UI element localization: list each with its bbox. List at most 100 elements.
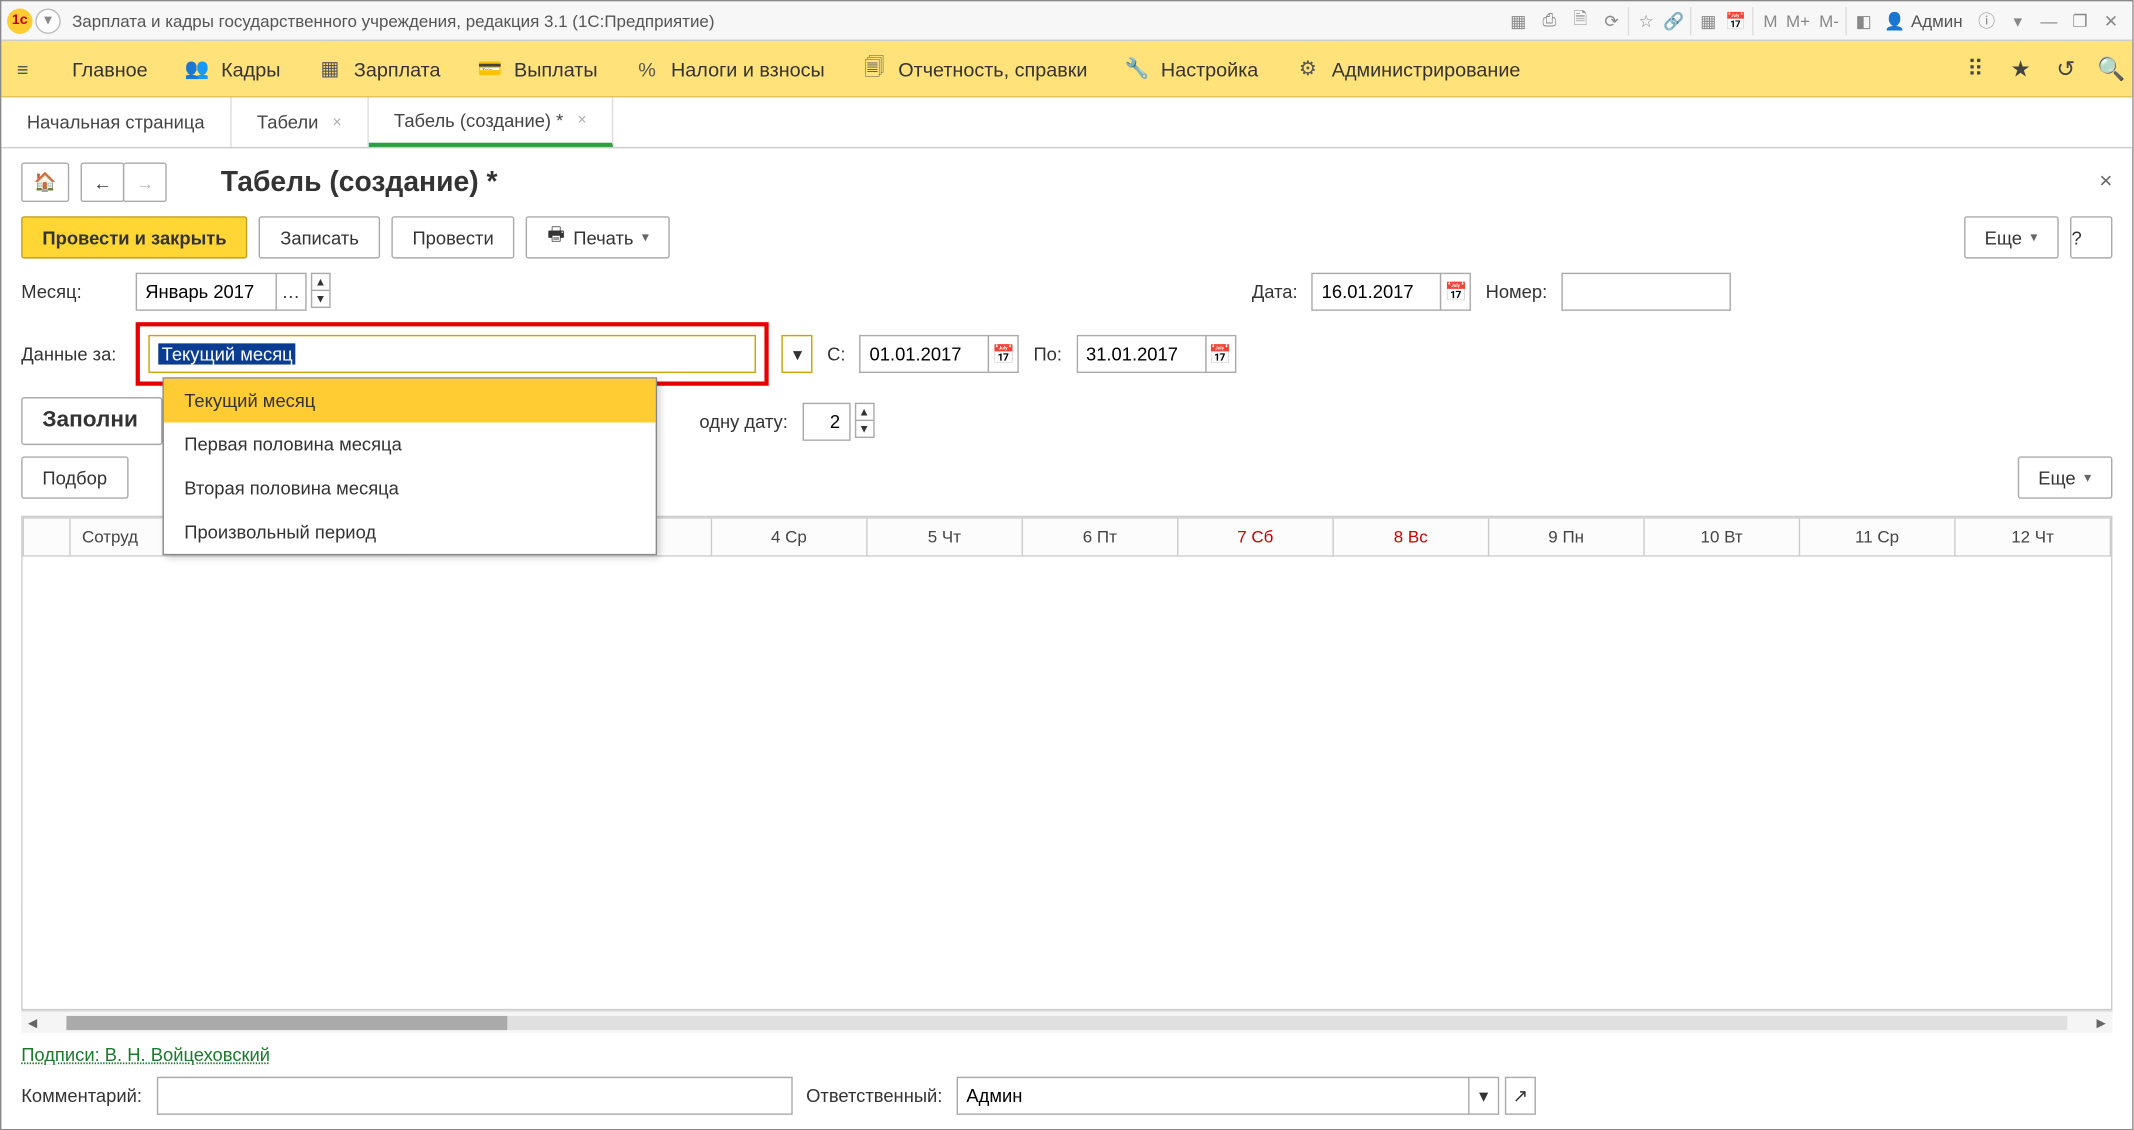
col-day: 9 Пн xyxy=(1488,518,1643,556)
nav-zarplata[interactable]: ▦Зарплата xyxy=(317,56,440,81)
data-for-dropdown-button[interactable]: ▾ xyxy=(782,335,813,373)
fill-button[interactable]: Заполни xyxy=(21,397,162,445)
chevron-down-icon: ▾ xyxy=(2030,230,2037,246)
to-input[interactable] xyxy=(1076,335,1206,373)
timesheet-grid[interactable]: Сотруд Вс2 Пн3 Вт4 Ср5 Чт6 Пт7 Сб8 Вс9 П… xyxy=(21,516,2112,1011)
table-more-button[interactable]: Еще▾ xyxy=(2017,456,2112,498)
nav-main[interactable]: Главное xyxy=(72,57,148,80)
write-button[interactable]: Записать xyxy=(259,216,380,258)
date-label: Дата: xyxy=(1252,281,1298,302)
responsible-label: Ответственный: xyxy=(806,1085,942,1106)
chevron-down-icon: ▾ xyxy=(642,230,649,246)
number-label: Номер: xyxy=(1486,281,1548,302)
tb-dropdown-icon[interactable]: ▾ xyxy=(2004,6,2032,34)
percent-icon: % xyxy=(634,56,659,81)
main-nav: ≡ Главное 👥Кадры ▦Зарплата 💳Выплаты %Нал… xyxy=(1,41,2132,98)
nav-kadry[interactable]: 👥Кадры xyxy=(184,56,280,81)
scroll-right-icon[interactable]: ▸ xyxy=(2090,1011,2113,1034)
month-input[interactable] xyxy=(135,273,276,311)
close-page-icon[interactable]: × xyxy=(2099,170,2112,195)
more-button[interactable]: Еще▾ xyxy=(1963,216,2058,258)
month-select-button[interactable]: … xyxy=(275,273,306,311)
tb-link-icon[interactable]: 🔗 xyxy=(1660,6,1688,34)
signatures-link[interactable]: Подписи: В. Н. Войцеховский xyxy=(21,1044,270,1065)
post-button[interactable]: Провести xyxy=(391,216,515,258)
tb-calendar-icon[interactable]: 📅 xyxy=(1722,6,1750,34)
tb-info-icon[interactable]: ⓘ xyxy=(1973,6,2001,34)
tab-tabeli[interactable]: Табели× xyxy=(231,97,368,146)
nav-otchet[interactable]: 🗐Отчетность, справки xyxy=(862,56,1088,81)
tab-bar: Начальная страница Табели× Табель (созда… xyxy=(1,97,2132,148)
one-date-down-button[interactable]: ▼ xyxy=(854,419,874,437)
dd-item-custom[interactable]: Произвольный период xyxy=(164,510,656,554)
tb-restore-icon[interactable]: ❐ xyxy=(2066,6,2094,34)
grid-h-scrollbar[interactable]: ◂ ▸ xyxy=(21,1010,2112,1033)
scroll-left-icon[interactable]: ◂ xyxy=(21,1011,44,1034)
home-button[interactable]: 🏠 xyxy=(21,162,69,202)
user-icon: 👤 xyxy=(1884,11,1905,31)
dd-item-second-half[interactable]: Вторая половина месяца xyxy=(164,466,656,510)
col-day: 4 Ср xyxy=(711,518,866,556)
responsible-open-button[interactable]: ↗ xyxy=(1505,1077,1536,1115)
tb-grid-icon[interactable]: ▦ xyxy=(1691,6,1719,34)
forward-button[interactable]: → xyxy=(123,162,167,202)
from-label: С: xyxy=(827,343,845,364)
tab-start-page[interactable]: Начальная страница xyxy=(1,97,231,146)
window-title: Зарплата и кадры государственного учрежд… xyxy=(72,11,714,31)
one-date-up-button[interactable]: ▲ xyxy=(854,402,874,420)
to-picker-button[interactable]: 📅 xyxy=(1205,335,1236,373)
tb-minimize-icon[interactable]: — xyxy=(2035,6,2063,34)
apps-icon[interactable]: ⠿ xyxy=(1963,56,1988,81)
tb-print-icon[interactable]: ⎙ xyxy=(1535,6,1563,34)
nav-admin[interactable]: ⚙Администрирование xyxy=(1295,56,1520,81)
nav-vyplaty[interactable]: 💳Выплаты xyxy=(477,56,597,81)
month-down-button[interactable]: ▼ xyxy=(311,290,331,308)
data-for-dropdown: Текущий месяц Первая половина месяца Вто… xyxy=(163,377,658,555)
responsible-input[interactable] xyxy=(957,1077,1470,1115)
user-name: Админ xyxy=(1911,11,1963,31)
date-input[interactable] xyxy=(1312,273,1442,311)
tb-star-icon[interactable]: ☆ xyxy=(1628,6,1656,34)
pick-button[interactable]: Подбор xyxy=(21,456,128,498)
search-icon[interactable]: 🔍 xyxy=(2098,56,2123,81)
printer-icon: 🖶 xyxy=(547,222,564,253)
from-picker-button[interactable]: 📅 xyxy=(988,335,1019,373)
tb-refresh-icon[interactable]: ⟳ xyxy=(1597,6,1625,34)
data-for-combo[interactable]: Текущий месяц xyxy=(149,335,757,373)
content-area: 🏠 ← → Табель (создание) * × Провести и з… xyxy=(1,148,2132,1129)
post-close-button[interactable]: Провести и закрыть xyxy=(21,216,248,258)
date-picker-button[interactable]: 📅 xyxy=(1440,273,1471,311)
tb-panels-icon[interactable]: ◧ xyxy=(1846,6,1874,34)
number-input[interactable] xyxy=(1561,273,1731,311)
history-icon[interactable]: ↺ xyxy=(2053,56,2078,81)
dd-item-first-half[interactable]: Первая половина месяца xyxy=(164,422,656,466)
help-button[interactable]: ? xyxy=(2070,216,2112,258)
star-icon[interactable]: ★ xyxy=(2008,56,2033,81)
tb-close-icon[interactable]: ✕ xyxy=(2097,6,2125,34)
tb-mminus-icon[interactable]: M- xyxy=(1815,6,1843,34)
back-button[interactable]: ← xyxy=(81,162,125,202)
tb-user[interactable]: 👤 Админ xyxy=(1876,11,1971,31)
page-title: Табель (создание) * xyxy=(221,166,498,198)
close-icon[interactable]: × xyxy=(577,112,586,129)
tb-mplus-icon[interactable]: M+ xyxy=(1784,6,1812,34)
system-menu-dropdown-icon[interactable]: ▾ xyxy=(35,8,60,33)
print-button[interactable]: 🖶Печать▾ xyxy=(526,216,670,258)
from-input[interactable] xyxy=(860,335,990,373)
report-icon: 🗐 xyxy=(862,56,887,81)
month-up-button[interactable]: ▲ xyxy=(311,273,331,291)
dd-item-current-month[interactable]: Текущий месяц xyxy=(164,379,656,423)
tb-doc-icon[interactable]: 🗎 xyxy=(1566,6,1594,34)
col-day: 8 Вс xyxy=(1333,518,1488,556)
responsible-dropdown-button[interactable]: ▾ xyxy=(1468,1077,1499,1115)
tb-m-icon[interactable]: M xyxy=(1753,6,1781,34)
tab-tabel-create[interactable]: Табель (создание) *× xyxy=(368,97,613,146)
nav-nalogi[interactable]: %Налоги и взносы xyxy=(634,56,825,81)
tb-calc-icon[interactable]: ▦ xyxy=(1504,6,1532,34)
nav-burger[interactable]: ≡ xyxy=(10,56,35,81)
chevron-down-icon: ▾ xyxy=(2084,470,2091,486)
close-icon[interactable]: × xyxy=(333,114,342,131)
one-date-input[interactable] xyxy=(802,402,850,440)
nav-nastroyka[interactable]: 🔧Настройка xyxy=(1124,56,1258,81)
comment-input[interactable] xyxy=(156,1077,792,1115)
